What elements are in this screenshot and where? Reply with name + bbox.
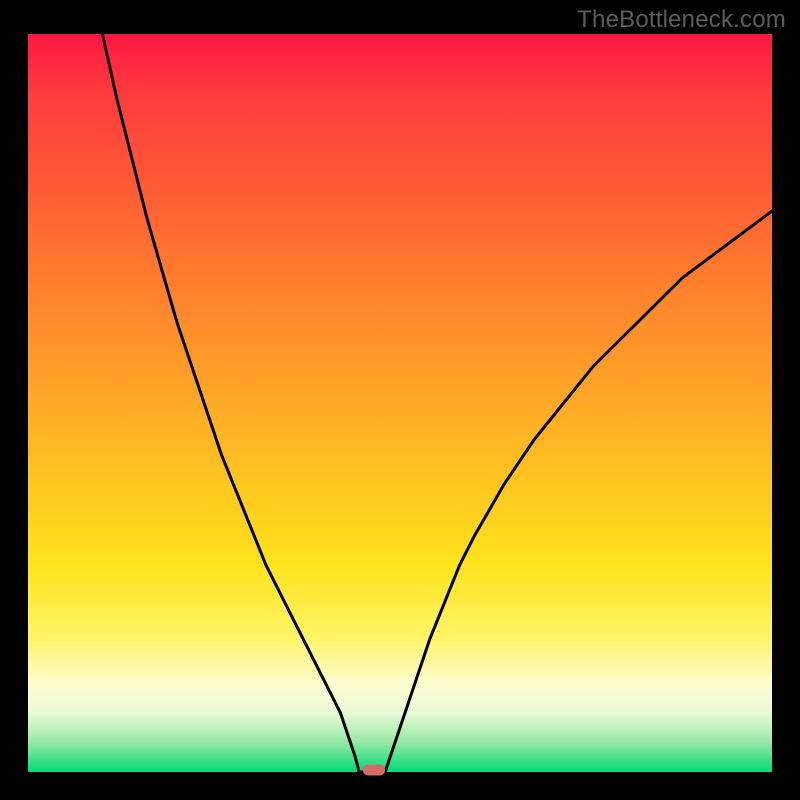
- curve-left-branch: [102, 34, 359, 772]
- plot-area: [28, 34, 772, 772]
- optimum-marker: [363, 765, 385, 776]
- chart-svg: [28, 34, 772, 772]
- chart-frame: TheBottleneck.com: [0, 0, 800, 800]
- curve-right-branch: [385, 211, 772, 772]
- watermark-text: TheBottleneck.com: [577, 6, 786, 34]
